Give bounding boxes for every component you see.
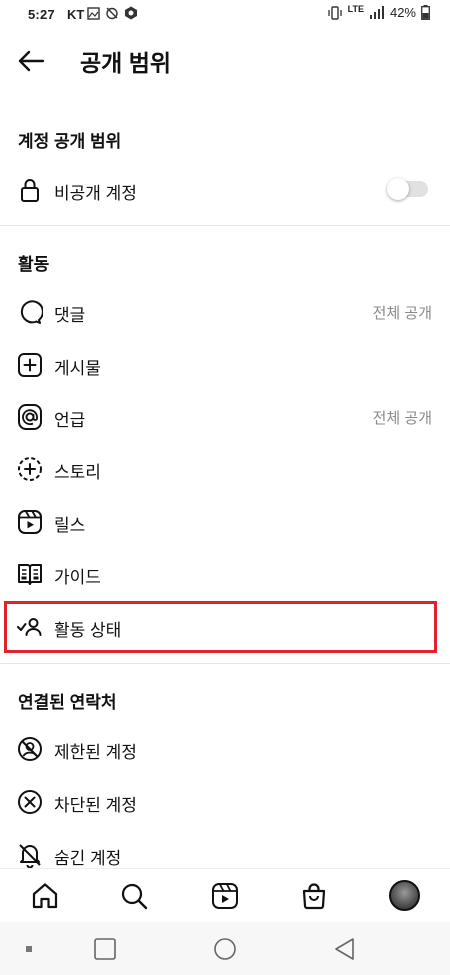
sys-home-button[interactable] bbox=[213, 937, 237, 961]
mentions-label: 언급 bbox=[54, 411, 86, 430]
posts-label: 게시물 bbox=[54, 359, 101, 378]
bottom-nav bbox=[0, 868, 450, 923]
battery-icon bbox=[421, 5, 430, 20]
section-title-account-privacy: 계정 공개 범위 bbox=[18, 132, 122, 151]
activity-item-comments[interactable]: 댓글 전체 공개 bbox=[0, 286, 450, 338]
status-bar: 5:27 KT LTE 42% bbox=[0, 0, 450, 30]
divider bbox=[0, 663, 450, 664]
shop-icon bbox=[302, 883, 326, 910]
system-nav-bar bbox=[0, 922, 450, 975]
comments-value: 전체 공개 bbox=[372, 305, 432, 322]
dot-icon bbox=[26, 946, 32, 952]
profile-avatar[interactable] bbox=[389, 880, 420, 911]
restricted-label: 제한된 계정 bbox=[54, 743, 137, 762]
nav-reels[interactable] bbox=[210, 881, 240, 911]
restricted-icon bbox=[17, 736, 43, 762]
app-notification-icon bbox=[125, 6, 137, 20]
sys-menu-button[interactable] bbox=[18, 937, 42, 961]
connection-item-restricted[interactable]: 제한된 계정 bbox=[0, 723, 450, 775]
signal-icon bbox=[369, 6, 384, 19]
alarm-off-icon bbox=[106, 7, 118, 20]
status-carrier: KT bbox=[67, 7, 85, 22]
reels-icon bbox=[17, 509, 43, 535]
activity-item-posts[interactable]: 게시물 bbox=[0, 339, 450, 391]
status-time: 5:27 bbox=[28, 7, 55, 22]
comments-label: 댓글 bbox=[54, 306, 86, 325]
search-icon bbox=[121, 883, 148, 910]
arrow-left-icon bbox=[18, 50, 45, 72]
activity-item-guides[interactable]: 가이드 bbox=[0, 548, 450, 600]
muted-label: 숨긴 계정 bbox=[54, 849, 122, 868]
blocked-label: 차단된 계정 bbox=[54, 796, 137, 815]
blocked-icon bbox=[17, 789, 43, 815]
battery-percentage: 42% bbox=[389, 5, 416, 20]
activity-item-reels[interactable]: 릴스 bbox=[0, 496, 450, 548]
muted-bell-icon bbox=[17, 842, 43, 869]
section-title-activity: 활동 bbox=[18, 255, 50, 274]
section-title-connections: 연결된 연락처 bbox=[18, 693, 117, 712]
nav-home[interactable] bbox=[30, 881, 60, 911]
story-label: 스토리 bbox=[54, 463, 101, 482]
mentions-value: 전체 공개 bbox=[372, 410, 432, 427]
lock-icon bbox=[17, 177, 43, 203]
nav-search[interactable] bbox=[119, 881, 149, 911]
back-button[interactable] bbox=[14, 44, 48, 78]
nav-shop[interactable] bbox=[299, 881, 329, 911]
sys-recents-button[interactable] bbox=[93, 937, 117, 961]
private-account-toggle[interactable] bbox=[387, 178, 428, 200]
page-title: 공개 범위 bbox=[80, 50, 172, 76]
home-circle-icon bbox=[214, 938, 236, 960]
vibrate-icon bbox=[327, 5, 342, 20]
plus-square-icon bbox=[17, 352, 43, 378]
divider bbox=[0, 225, 450, 226]
highlight-box bbox=[4, 601, 437, 653]
recents-square-icon bbox=[94, 938, 116, 960]
private-account-row[interactable]: 비공개 계정 bbox=[0, 164, 450, 216]
guide-book-icon bbox=[17, 561, 43, 587]
home-icon bbox=[32, 883, 58, 909]
private-account-label: 비공개 계정 bbox=[54, 184, 137, 203]
network-type: LTE bbox=[347, 3, 364, 14]
header: 공개 범위 bbox=[0, 30, 450, 90]
toggle-knob bbox=[387, 178, 409, 200]
activity-item-mentions[interactable]: 언급 전체 공개 bbox=[0, 391, 450, 443]
reels-icon bbox=[212, 883, 238, 909]
at-sign-icon bbox=[17, 404, 43, 430]
connection-item-blocked[interactable]: 차단된 계정 bbox=[0, 776, 450, 828]
comment-icon bbox=[17, 299, 44, 325]
guides-label: 가이드 bbox=[54, 568, 101, 587]
story-icon bbox=[17, 456, 43, 482]
sys-back-button[interactable] bbox=[333, 937, 357, 961]
back-triangle-icon bbox=[335, 938, 354, 960]
image-notification-icon bbox=[87, 6, 100, 20]
reels-label: 릴스 bbox=[54, 516, 86, 535]
status-notification-icons bbox=[87, 6, 138, 20]
status-system-icons: LTE 42% bbox=[327, 3, 430, 20]
activity-item-story[interactable]: 스토리 bbox=[0, 443, 450, 495]
